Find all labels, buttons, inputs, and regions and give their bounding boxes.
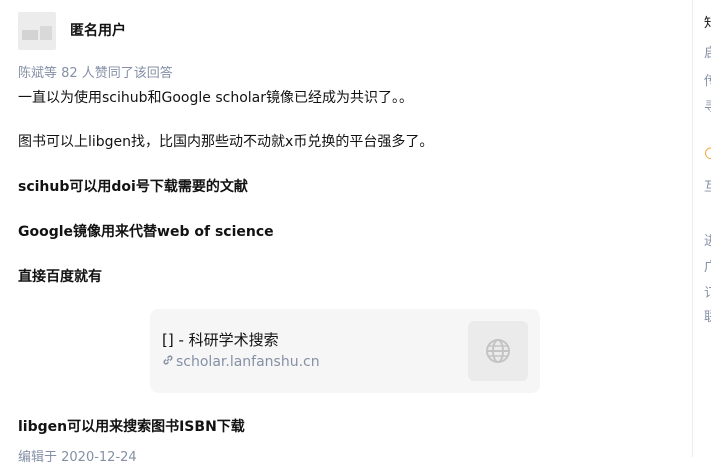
avatar[interactable] [18, 12, 56, 50]
voters-count[interactable]: 陈斌等 82 人赞同了该回答 [18, 62, 173, 81]
sidebar-fragment[interactable]: 知 [704, 12, 711, 31]
right-sidebar: 知 启 传 寻 🌕 互 进 广 订 联 [693, 0, 711, 457]
sidebar-fragment[interactable]: 传 [704, 70, 711, 89]
sidebar-fragment[interactable]: 订 [704, 282, 711, 301]
link-card-title: [] - 科研学术搜索 [162, 331, 279, 349]
author-name[interactable]: 匿名用户 [70, 20, 126, 40]
answer-paragraph: 一直以为使用scihub和Google scholar镜像已经成为共识了。。 [18, 90, 413, 106]
answer-paragraph: 图书可以上libgen找，比国内那些动不动就x币兑换的平台强多了。 [18, 134, 434, 150]
answer-paragraph-bold: scihub可以用doi号下载需要的文献 [18, 179, 248, 195]
answer-paragraph-bold: libgen可以用来搜索图书ISBN下载 [18, 419, 245, 435]
sidebar-fragment[interactable]: 联 [704, 306, 711, 325]
answer-paragraph-bold: 直接百度就有 [18, 269, 102, 285]
link-card[interactable]: [] - 科研学术搜索 scholar.lanfanshu.cn [150, 309, 540, 393]
link-icon [162, 354, 174, 370]
sidebar-fragment[interactable]: 进 [704, 230, 711, 249]
edited-time[interactable]: 编辑于 2020-12-24 [18, 446, 137, 465]
answer-paragraph-bold: Google镜像用来代替web of science [18, 224, 274, 240]
sidebar-fragment[interactable]: 寻 [704, 96, 711, 115]
sidebar-fragment[interactable]: 互 [704, 176, 711, 195]
globe-icon [468, 321, 528, 381]
link-card-url: scholar.lanfanshu.cn [162, 354, 320, 370]
sidebar-fragment[interactable]: 启 [704, 42, 711, 61]
sidebar-fragment[interactable]: 广 [704, 256, 711, 275]
link-card-url-text: scholar.lanfanshu.cn [176, 354, 320, 370]
answer-panel: 匿名用户 陈斌等 82 人赞同了该回答 一直以为使用scihub和Google … [0, 0, 692, 465]
sidebar-fragment[interactable]: 🌕 [704, 147, 711, 162]
